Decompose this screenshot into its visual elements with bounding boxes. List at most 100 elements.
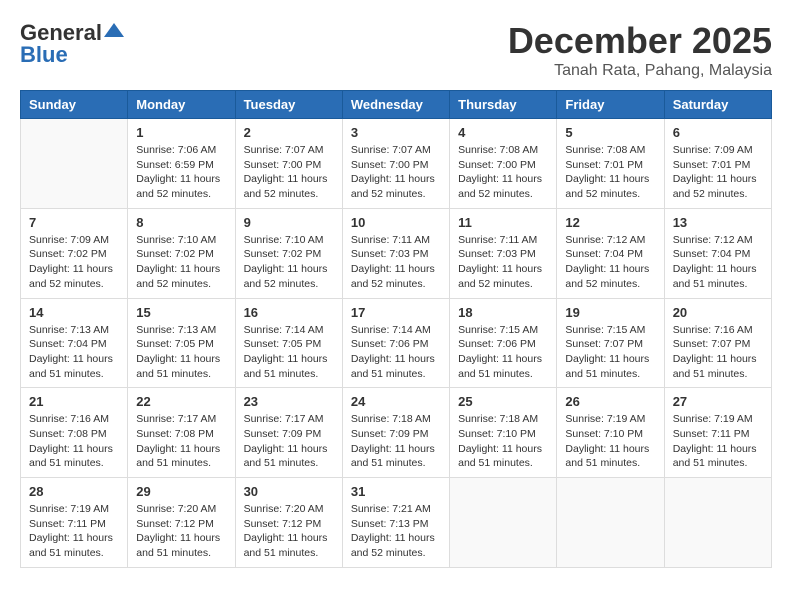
month-title: December 2025 xyxy=(508,20,772,62)
day-number: 2 xyxy=(244,125,334,140)
calendar-week-row: 1Sunrise: 7:06 AMSunset: 6:59 PMDaylight… xyxy=(21,119,772,209)
calendar-cell: 26 Sunrise: 7:19 AMSunset: 7:10 PMDayligh… xyxy=(557,388,664,478)
day-number: 28 xyxy=(29,484,119,499)
header-friday: Friday xyxy=(557,91,664,119)
calendar-week-row: 7 Sunrise: 7:09 AMSunset: 7:02 PMDaylight… xyxy=(21,208,772,298)
day-number: 31 xyxy=(351,484,441,499)
calendar-cell: 11Sunrise: 7:11 AMSunset: 7:03 PMDayligh… xyxy=(450,208,557,298)
title-section: December 2025 Tanah Rata, Pahang, Malays… xyxy=(508,20,772,80)
header-wednesday: Wednesday xyxy=(342,91,449,119)
header-sunday: Sunday xyxy=(21,91,128,119)
day-number: 20 xyxy=(673,305,763,320)
calendar-cell: 21 Sunrise: 7:16 AMSunset: 7:08 PMDayligh… xyxy=(21,388,128,478)
header-saturday: Saturday xyxy=(664,91,771,119)
calendar-week-row: 21 Sunrise: 7:16 AMSunset: 7:08 PMDayligh… xyxy=(21,388,772,478)
calendar-header-row: SundayMondayTuesdayWednesdayThursdayFrid… xyxy=(21,91,772,119)
calendar-cell: 14Sunrise: 7:13 AMSunset: 7:04 PMDayligh… xyxy=(21,298,128,388)
day-number: 15 xyxy=(136,305,226,320)
calendar-cell: 23 Sunrise: 7:17 AMSunset: 7:09 PMDayligh… xyxy=(235,388,342,478)
day-info: Sunrise: 7:17 AMSunset: 7:09 PMDaylight:… xyxy=(244,412,334,471)
calendar-cell: 25Sunrise: 7:18 AMSunset: 7:10 PMDayligh… xyxy=(450,388,557,478)
day-info: Sunrise: 7:17 AMSunset: 7:08 PMDaylight:… xyxy=(136,412,226,471)
day-info: Sunrise: 7:07 AMSunset: 7:00 PMDaylight:… xyxy=(244,143,334,202)
calendar-cell: 17 Sunrise: 7:14 AMSunset: 7:06 PMDayligh… xyxy=(342,298,449,388)
day-info: Sunrise: 7:15 AMSunset: 7:07 PMDaylight:… xyxy=(565,323,655,382)
calendar-week-row: 14Sunrise: 7:13 AMSunset: 7:04 PMDayligh… xyxy=(21,298,772,388)
day-info: Sunrise: 7:07 AMSunset: 7:00 PMDaylight:… xyxy=(351,143,441,202)
day-number: 9 xyxy=(244,215,334,230)
calendar-cell: 30Sunrise: 7:20 AMSunset: 7:12 PMDayligh… xyxy=(235,478,342,568)
calendar-table: SundayMondayTuesdayWednesdayThursdayFrid… xyxy=(20,90,772,568)
day-number: 27 xyxy=(673,394,763,409)
calendar-cell xyxy=(664,478,771,568)
calendar-cell: 19 Sunrise: 7:15 AMSunset: 7:07 PMDayligh… xyxy=(557,298,664,388)
day-info: Sunrise: 7:16 AMSunset: 7:08 PMDaylight:… xyxy=(29,412,119,471)
day-info: Sunrise: 7:09 AMSunset: 7:01 PMDaylight:… xyxy=(673,143,763,202)
calendar-cell: 2 Sunrise: 7:07 AMSunset: 7:00 PMDaylight… xyxy=(235,119,342,209)
day-number: 19 xyxy=(565,305,655,320)
day-info: Sunrise: 7:18 AMSunset: 7:09 PMDaylight:… xyxy=(351,412,441,471)
calendar-cell: 31 Sunrise: 7:21 AMSunset: 7:13 PMDayligh… xyxy=(342,478,449,568)
day-info: Sunrise: 7:10 AMSunset: 7:02 PMDaylight:… xyxy=(136,233,226,292)
day-info: Sunrise: 7:14 AMSunset: 7:05 PMDaylight:… xyxy=(244,323,334,382)
day-info: Sunrise: 7:20 AMSunset: 7:12 PMDaylight:… xyxy=(136,502,226,561)
day-info: Sunrise: 7:08 AMSunset: 7:00 PMDaylight:… xyxy=(458,143,548,202)
day-number: 17 xyxy=(351,305,441,320)
calendar-cell: 27 Sunrise: 7:19 AMSunset: 7:11 PMDayligh… xyxy=(664,388,771,478)
calendar-cell: 5 Sunrise: 7:08 AMSunset: 7:01 PMDaylight… xyxy=(557,119,664,209)
day-info: Sunrise: 7:21 AMSunset: 7:13 PMDaylight:… xyxy=(351,502,441,561)
calendar-cell: 1Sunrise: 7:06 AMSunset: 6:59 PMDaylight… xyxy=(128,119,235,209)
calendar-cell: 13Sunrise: 7:12 AMSunset: 7:04 PMDayligh… xyxy=(664,208,771,298)
day-info: Sunrise: 7:19 AMSunset: 7:10 PMDaylight:… xyxy=(565,412,655,471)
day-info: Sunrise: 7:11 AMSunset: 7:03 PMDaylight:… xyxy=(458,233,548,292)
calendar-cell: 10Sunrise: 7:11 AMSunset: 7:03 PMDayligh… xyxy=(342,208,449,298)
calendar-cell xyxy=(557,478,664,568)
day-number: 29 xyxy=(136,484,226,499)
page-header: General Blue December 2025 Tanah Rata, P… xyxy=(20,20,772,80)
day-number: 24 xyxy=(351,394,441,409)
day-number: 8 xyxy=(136,215,226,230)
day-number: 6 xyxy=(673,125,763,140)
logo-blue: Blue xyxy=(20,42,68,68)
logo: General Blue xyxy=(20,20,124,68)
day-info: Sunrise: 7:12 AMSunset: 7:04 PMDaylight:… xyxy=(565,233,655,292)
day-number: 30 xyxy=(244,484,334,499)
header-thursday: Thursday xyxy=(450,91,557,119)
day-number: 16 xyxy=(244,305,334,320)
calendar-cell: 20Sunrise: 7:16 AMSunset: 7:07 PMDayligh… xyxy=(664,298,771,388)
header-monday: Monday xyxy=(128,91,235,119)
calendar-cell xyxy=(450,478,557,568)
day-info: Sunrise: 7:06 AMSunset: 6:59 PMDaylight:… xyxy=(136,143,226,202)
header-tuesday: Tuesday xyxy=(235,91,342,119)
calendar-cell: 22 Sunrise: 7:17 AMSunset: 7:08 PMDayligh… xyxy=(128,388,235,478)
day-info: Sunrise: 7:15 AMSunset: 7:06 PMDaylight:… xyxy=(458,323,548,382)
day-info: Sunrise: 7:19 AMSunset: 7:11 PMDaylight:… xyxy=(673,412,763,471)
day-number: 22 xyxy=(136,394,226,409)
day-number: 18 xyxy=(458,305,548,320)
calendar-cell: 18 Sunrise: 7:15 AMSunset: 7:06 PMDayligh… xyxy=(450,298,557,388)
day-info: Sunrise: 7:13 AMSunset: 7:04 PMDaylight:… xyxy=(29,323,119,382)
day-number: 26 xyxy=(565,394,655,409)
calendar-cell: 15 Sunrise: 7:13 AMSunset: 7:05 PMDayligh… xyxy=(128,298,235,388)
day-info: Sunrise: 7:09 AMSunset: 7:02 PMDaylight:… xyxy=(29,233,119,292)
calendar-week-row: 28Sunrise: 7:19 AMSunset: 7:11 PMDayligh… xyxy=(21,478,772,568)
calendar-cell: 29 Sunrise: 7:20 AMSunset: 7:12 PMDayligh… xyxy=(128,478,235,568)
day-info: Sunrise: 7:18 AMSunset: 7:10 PMDaylight:… xyxy=(458,412,548,471)
calendar-cell: 9 Sunrise: 7:10 AMSunset: 7:02 PMDaylight… xyxy=(235,208,342,298)
location-subtitle: Tanah Rata, Pahang, Malaysia xyxy=(508,62,772,80)
day-number: 5 xyxy=(565,125,655,140)
day-number: 12 xyxy=(565,215,655,230)
calendar-cell: 8 Sunrise: 7:10 AMSunset: 7:02 PMDaylight… xyxy=(128,208,235,298)
calendar-cell: 7 Sunrise: 7:09 AMSunset: 7:02 PMDaylight… xyxy=(21,208,128,298)
day-number: 7 xyxy=(29,215,119,230)
day-number: 10 xyxy=(351,215,441,230)
day-info: Sunrise: 7:14 AMSunset: 7:06 PMDaylight:… xyxy=(351,323,441,382)
calendar-cell: 6 Sunrise: 7:09 AMSunset: 7:01 PMDaylight… xyxy=(664,119,771,209)
calendar-cell: 4Sunrise: 7:08 AMSunset: 7:00 PMDaylight… xyxy=(450,119,557,209)
day-info: Sunrise: 7:13 AMSunset: 7:05 PMDaylight:… xyxy=(136,323,226,382)
day-info: Sunrise: 7:08 AMSunset: 7:01 PMDaylight:… xyxy=(565,143,655,202)
day-info: Sunrise: 7:10 AMSunset: 7:02 PMDaylight:… xyxy=(244,233,334,292)
calendar-cell: 3Sunrise: 7:07 AMSunset: 7:00 PMDaylight… xyxy=(342,119,449,209)
day-number: 21 xyxy=(29,394,119,409)
day-number: 23 xyxy=(244,394,334,409)
